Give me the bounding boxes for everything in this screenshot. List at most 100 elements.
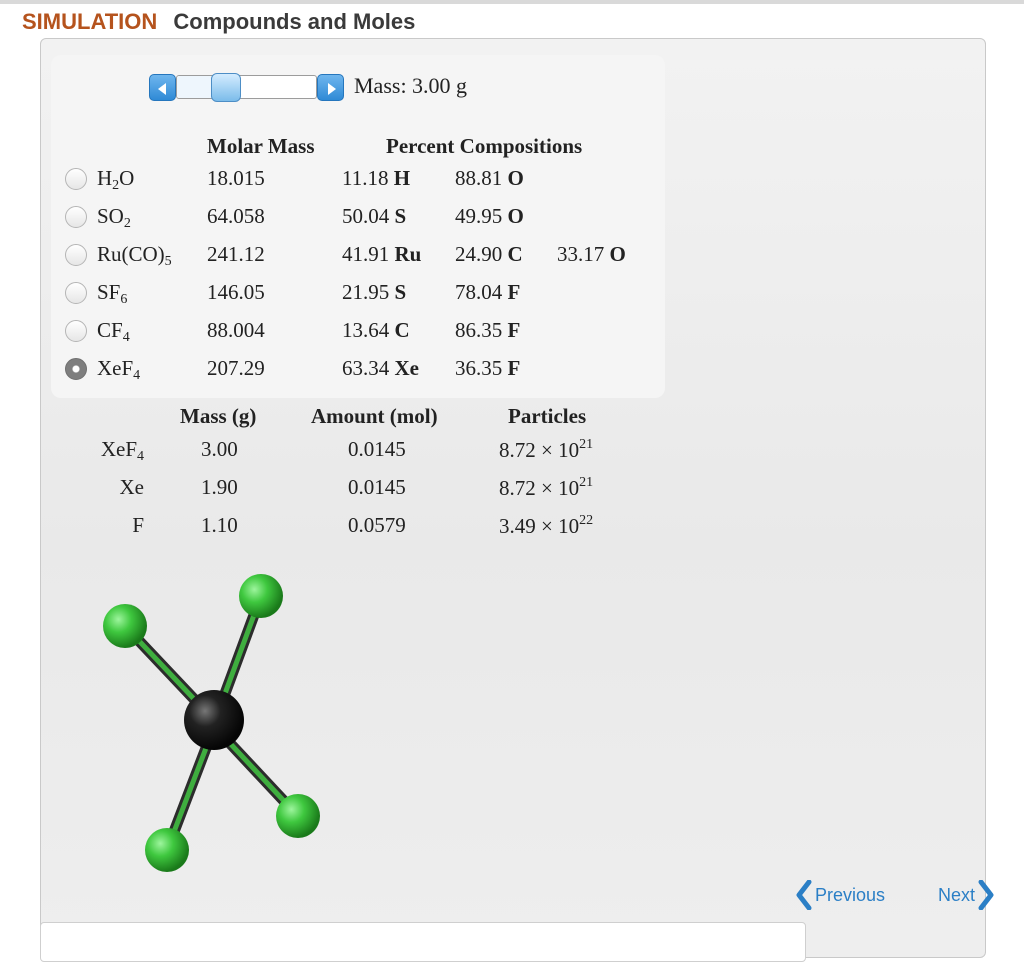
element-symbol: C [394, 318, 410, 342]
label-base: XeF [100, 437, 137, 461]
compound-radio[interactable] [65, 282, 87, 304]
percent-value: 33.17 [557, 242, 605, 266]
page-header: SIMULATION Compounds and Moles [22, 9, 415, 35]
particles-exponent: 21 [579, 475, 594, 490]
element-symbol: S [394, 280, 407, 304]
compound-formula: Ru(CO)5 [97, 242, 172, 270]
decrease-mass-button[interactable] [149, 74, 176, 101]
xenon-atom-icon [184, 690, 244, 750]
formula-base: Ru(CO) [97, 242, 165, 266]
molar-mass-value: 88.004 [207, 318, 265, 342]
particles-value: 3.49 × 1022 [499, 513, 593, 539]
next-button[interactable]: Next [938, 880, 994, 910]
percent-value: 36.35 [455, 356, 503, 380]
percent-composition: 33.17 O [557, 242, 626, 267]
amount-header: Amount (mol) [311, 404, 438, 428]
percent-composition: 36.35 F [455, 356, 520, 381]
xef4-molecule-model [103, 574, 320, 872]
label-subscript: 4 [137, 449, 144, 464]
compound-radio[interactable] [65, 358, 87, 380]
molar-mass-value: 146.05 [207, 280, 265, 304]
element-symbol: Ru [394, 242, 422, 266]
percent-value: 88.81 [455, 166, 503, 190]
header-kind: SIMULATION [22, 9, 158, 34]
previous-label: Previous [815, 884, 886, 905]
compound-radio[interactable] [65, 320, 87, 342]
molar-mass-value: 241.12 [207, 242, 265, 266]
formula-subscript: 6 [120, 292, 128, 307]
left-arrow-icon [158, 83, 166, 95]
formula-base: SF [97, 280, 121, 304]
percent-value: 78.04 [455, 280, 503, 304]
result-label: XeF4 [84, 437, 144, 465]
percent-compositions-header: Percent Compositions [386, 134, 583, 158]
amount-value: 0.0145 [348, 475, 406, 499]
element-symbol: O [507, 166, 524, 190]
compound-radio[interactable] [65, 244, 87, 266]
molar-mass-header: Molar Mass [207, 134, 315, 158]
fluorine-atom-icon [276, 794, 320, 838]
top-border [0, 0, 1024, 4]
compound-formula: CF4 [97, 318, 130, 346]
question-box [40, 922, 806, 962]
previous-button[interactable]: Previous [796, 880, 885, 910]
percent-value: 49.95 [455, 204, 503, 228]
chevron-right-icon [978, 880, 994, 910]
percent-value: 11.18 [342, 166, 389, 190]
result-label: Xe [84, 475, 145, 500]
amount-value: 0.0145 [348, 437, 406, 461]
particles-header: Particles [508, 404, 587, 428]
element-symbol: C [507, 242, 523, 266]
percent-value: 86.35 [455, 318, 503, 342]
compound-formula: H2O [97, 166, 134, 194]
amount-value: 0.0579 [348, 513, 406, 537]
next-label: Next [938, 884, 976, 905]
formula-subscript: 4 [133, 368, 141, 383]
mass-value: 3.00 [201, 437, 238, 461]
slider-thumb[interactable] [211, 73, 242, 102]
element-symbol: O [609, 242, 626, 266]
formula-subscript: 5 [164, 254, 172, 269]
chevron-left-icon [796, 880, 812, 910]
percent-composition: 63.34 Xe [342, 356, 419, 381]
percent-composition: 41.91 Ru [342, 242, 421, 267]
percent-value: 13.64 [342, 318, 390, 342]
slider-track[interactable] [176, 73, 317, 102]
mass-readout: Mass: 3.00 g [354, 73, 468, 98]
formula-base: CF [97, 318, 123, 342]
percent-composition: 13.64 C [342, 318, 410, 343]
particles-exponent: 21 [579, 437, 594, 452]
compound-radio[interactable] [65, 168, 87, 190]
compound-formula: SF6 [97, 280, 127, 308]
percent-composition: 11.18 H [342, 166, 410, 191]
percent-value: 21.95 [342, 280, 390, 304]
compound-radio[interactable] [65, 206, 87, 228]
percent-composition: 78.04 F [455, 280, 520, 305]
particles-value: 8.72 × 1021 [499, 437, 593, 463]
molar-mass-value: 64.058 [207, 204, 265, 228]
percent-composition: 24.90 C [455, 242, 523, 267]
percent-value: 63.34 [342, 356, 390, 380]
label-base: Xe [119, 475, 145, 499]
mass-value: 1.90 [201, 475, 238, 499]
element-symbol: S [394, 204, 407, 228]
element-symbol: Xe [394, 356, 420, 380]
particles-value: 8.72 × 1021 [499, 475, 593, 501]
formula-base: SO [97, 204, 124, 228]
percent-composition: 21.95 S [342, 280, 406, 305]
fluorine-atom-icon [103, 604, 147, 648]
element-symbol: F [507, 318, 521, 342]
page-title: Compounds and Moles [173, 9, 416, 34]
element-symbol: O [507, 204, 524, 228]
percent-value: 41.91 [342, 242, 390, 266]
formula-base: XeF [97, 356, 134, 380]
increase-mass-button[interactable] [317, 74, 344, 101]
percent-composition: 49.95 O [455, 204, 524, 229]
compound-formula: XeF4 [97, 356, 140, 384]
label-base: F [132, 513, 144, 537]
particles-exponent: 22 [579, 513, 594, 528]
mass-header: Mass (g) [180, 404, 257, 428]
percent-composition: 86.35 F [455, 318, 520, 343]
element-symbol: F [507, 356, 521, 380]
particles-mantissa: 3.49 × 10 [499, 514, 580, 538]
